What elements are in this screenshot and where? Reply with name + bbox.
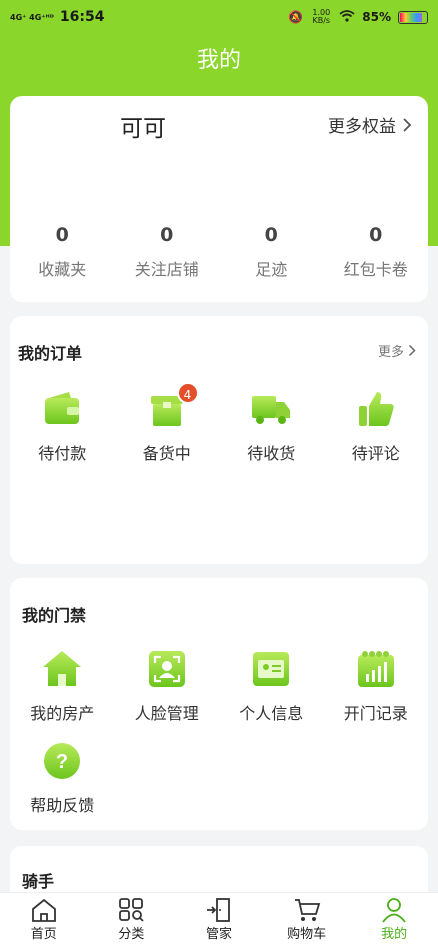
order-label: 待评论 — [351, 444, 400, 463]
access-my-property[interactable]: 我的房产 — [10, 648, 115, 724]
stat-value: 0 — [264, 224, 278, 246]
stat-value: 0 — [160, 224, 174, 246]
cart-icon — [294, 899, 320, 921]
access-label: 开门记录 — [343, 704, 408, 723]
access-face-management[interactable]: 人脸管理 — [115, 648, 220, 724]
access-label: 人脸管理 — [134, 704, 199, 723]
access-card: 我的门禁 我的房产 人脸管理 个人信息 开门记录 ? 帮助反馈 — [10, 578, 428, 830]
network-indicator: 4G⁺ 4G⁺ᴴᴰ — [10, 12, 54, 22]
more-rights-link[interactable]: 更多权益 — [328, 112, 412, 137]
orders-more-label: 更多 — [377, 345, 404, 360]
status-time: 16:54 — [59, 9, 105, 25]
access-personal-info[interactable]: 个人信息 — [219, 648, 324, 724]
battery-icon — [398, 10, 428, 24]
door-icon — [206, 898, 230, 922]
truck-icon — [252, 396, 291, 424]
stat-label: 关注店铺 — [134, 260, 199, 279]
mute-icon: 🔕 — [288, 10, 304, 24]
access-title: 我的门禁 — [22, 606, 87, 625]
house-icon — [43, 651, 82, 686]
order-label: 备货中 — [142, 444, 191, 463]
tab-label: 管家 — [205, 927, 232, 942]
profile-stats: 0 收藏夹 0 关注店铺 0 足迹 0 红包卡卷 — [10, 224, 428, 280]
access-door-records[interactable]: 开门记录 — [324, 648, 429, 724]
tab-home[interactable]: 首页 — [0, 893, 88, 949]
status-right: 🔕 1.00 KB/s 85% — [288, 9, 428, 25]
stat-favorites[interactable]: 0 收藏夹 — [10, 224, 115, 280]
access-row-2: ? 帮助反馈 — [10, 740, 428, 816]
order-label: 待收货 — [247, 444, 296, 463]
thumbs-up-icon — [358, 392, 394, 426]
bottom-tab-bar: 首页 分类 管家 购物车 我的 — [0, 892, 438, 949]
order-label: 待付款 — [38, 444, 87, 463]
tab-label: 分类 — [118, 927, 145, 942]
profile-icon — [382, 898, 406, 923]
order-pending-payment[interactable]: 待付款 — [10, 388, 115, 464]
stat-label: 收藏夹 — [38, 260, 87, 279]
access-help-feedback[interactable]: ? 帮助反馈 — [10, 740, 115, 816]
chevron-right-icon — [403, 117, 412, 132]
orders-row: 待付款 4 备货中 待收货 待评论 — [10, 382, 429, 464]
stat-label: 红包卡卷 — [343, 260, 408, 279]
access-row: 我的房产 人脸管理 个人信息 开门记录 — [10, 648, 428, 724]
tab-butler[interactable]: 管家 — [175, 893, 263, 949]
tab-cart[interactable]: 购物车 — [263, 893, 351, 949]
help-icon: ? — [44, 743, 81, 779]
wifi-icon — [339, 9, 355, 25]
wallet-icon — [45, 392, 80, 424]
stat-label: 足迹 — [255, 260, 288, 279]
orders-more-link[interactable]: 更多 — [378, 341, 416, 360]
records-icon — [357, 651, 394, 687]
order-count-badge: 4 — [176, 382, 199, 404]
tab-label: 我的 — [381, 927, 408, 942]
order-preparing[interactable]: 4 备货中 — [115, 382, 220, 464]
access-label: 帮助反馈 — [30, 796, 95, 815]
access-label: 个人信息 — [239, 704, 304, 723]
access-label: 我的房产 — [30, 704, 95, 723]
tab-label: 首页 — [30, 927, 57, 942]
orders-card: 我的订单 更多 待付款 4 备货中 待收货 待评论 — [10, 316, 428, 564]
battery-percent: 85% — [362, 10, 391, 24]
stat-value: 0 — [369, 224, 383, 246]
network-speed: 1.00 KB/s — [312, 8, 331, 25]
tab-mine[interactable]: 我的 — [350, 893, 438, 949]
more-rights-label: 更多权益 — [328, 117, 396, 137]
rider-title: 骑手 — [22, 872, 55, 891]
profile-card: 可可 更多权益 0 收藏夹 0 关注店铺 0 足迹 0 红包卡卷 — [10, 96, 428, 302]
stat-value: 0 — [55, 224, 69, 246]
svg-text:?: ? — [56, 751, 68, 773]
stat-footprints[interactable]: 0 足迹 — [219, 224, 324, 280]
orders-title: 我的订单 — [18, 344, 83, 363]
order-awaiting-delivery[interactable]: 待收货 — [219, 388, 324, 464]
home-icon — [31, 898, 56, 922]
page-title: 我的 — [196, 48, 241, 73]
order-awaiting-review[interactable]: 待评论 — [324, 388, 429, 464]
username[interactable]: 可可 — [120, 109, 166, 143]
tab-category[interactable]: 分类 — [88, 893, 176, 949]
tab-label: 购物车 — [287, 927, 327, 942]
face-scan-icon — [148, 651, 185, 687]
category-icon — [119, 898, 145, 922]
id-card-icon — [253, 652, 290, 686]
stat-coupons[interactable]: 0 红包卡卷 — [324, 224, 429, 280]
status-bar: 4G⁺ 4G⁺ᴴᴰ 16:54 🔕 1.00 KB/s 85% — [0, 0, 438, 34]
chevron-right-icon — [408, 344, 416, 357]
stat-followed-shops[interactable]: 0 关注店铺 — [115, 224, 220, 280]
